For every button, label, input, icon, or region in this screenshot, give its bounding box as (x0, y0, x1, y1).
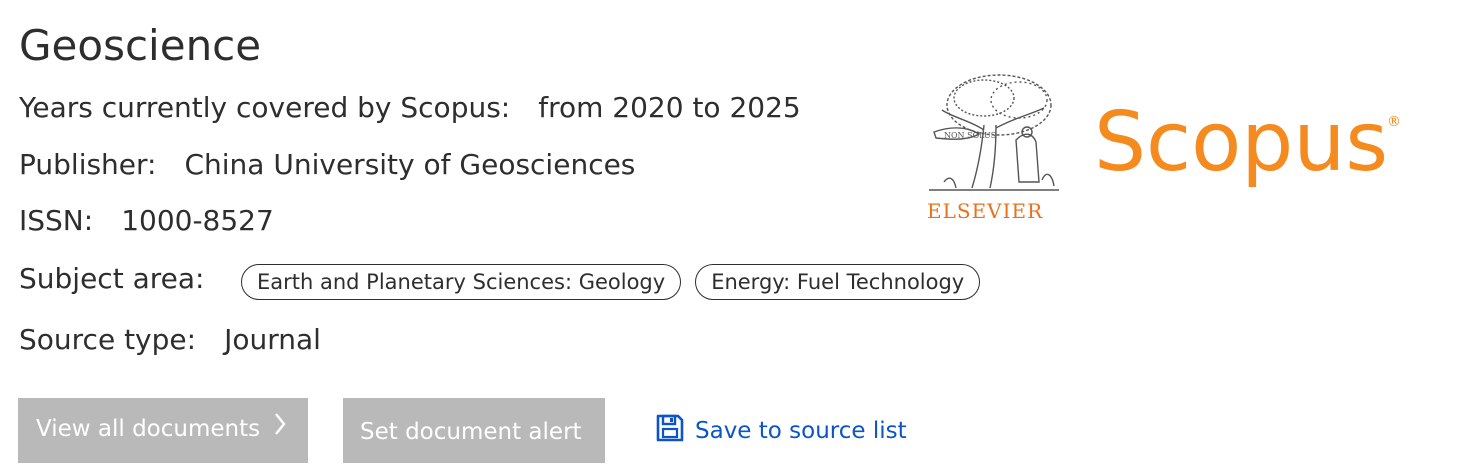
source-type-row: Source type: Journal (19, 322, 321, 358)
issn-row: ISSN: 1000-8527 (19, 203, 274, 239)
view-all-documents-label: View all documents (36, 416, 261, 442)
years-covered-value: from 2020 to 2025 (538, 91, 801, 124)
source-type-label: Source type: (19, 323, 197, 356)
publisher-label: Publisher: (19, 148, 157, 181)
elsevier-wordmark: ELSEVIER (927, 199, 1044, 223)
subject-area-chips: Earth and Planetary Sciences: Geology En… (241, 264, 981, 300)
set-document-alert-button[interactable]: Set document alert (343, 398, 605, 463)
floppy-disk-icon (655, 413, 685, 449)
years-covered-label: Years currently covered by Scopus: (19, 91, 511, 124)
subject-area-row: Subject area: (19, 261, 204, 297)
source-details-panel: Geoscience Years currently covered by Sc… (0, 0, 1462, 470)
scopus-logo: Scopus (1094, 95, 1389, 190)
registered-mark: ® (1387, 114, 1401, 130)
subject-chip-fuel-technology[interactable]: Energy: Fuel Technology (695, 264, 981, 300)
chevron-right-icon (273, 399, 287, 461)
save-to-source-list-link[interactable]: Save to source list (655, 413, 907, 449)
issn-value: 1000-8527 (121, 204, 274, 237)
years-covered-row: Years currently covered by Scopus: from 2… (19, 90, 801, 126)
save-to-source-list-label: Save to source list (695, 418, 907, 444)
subject-area-label: Subject area: (19, 262, 205, 295)
view-all-documents-button[interactable]: View all documents (18, 398, 308, 463)
set-document-alert-label: Set document alert (360, 419, 582, 445)
publisher-value: China University of Geosciences (184, 148, 636, 181)
subject-chip-geology[interactable]: Earth and Planetary Sciences: Geology (241, 264, 682, 300)
publisher-row: Publisher: China University of Geoscience… (19, 147, 635, 183)
issn-label: ISSN: (19, 204, 94, 237)
source-title: Geoscience (19, 21, 262, 70)
source-type-value: Journal (224, 323, 321, 356)
non-solus-banner: NON SOLUS (944, 131, 996, 140)
